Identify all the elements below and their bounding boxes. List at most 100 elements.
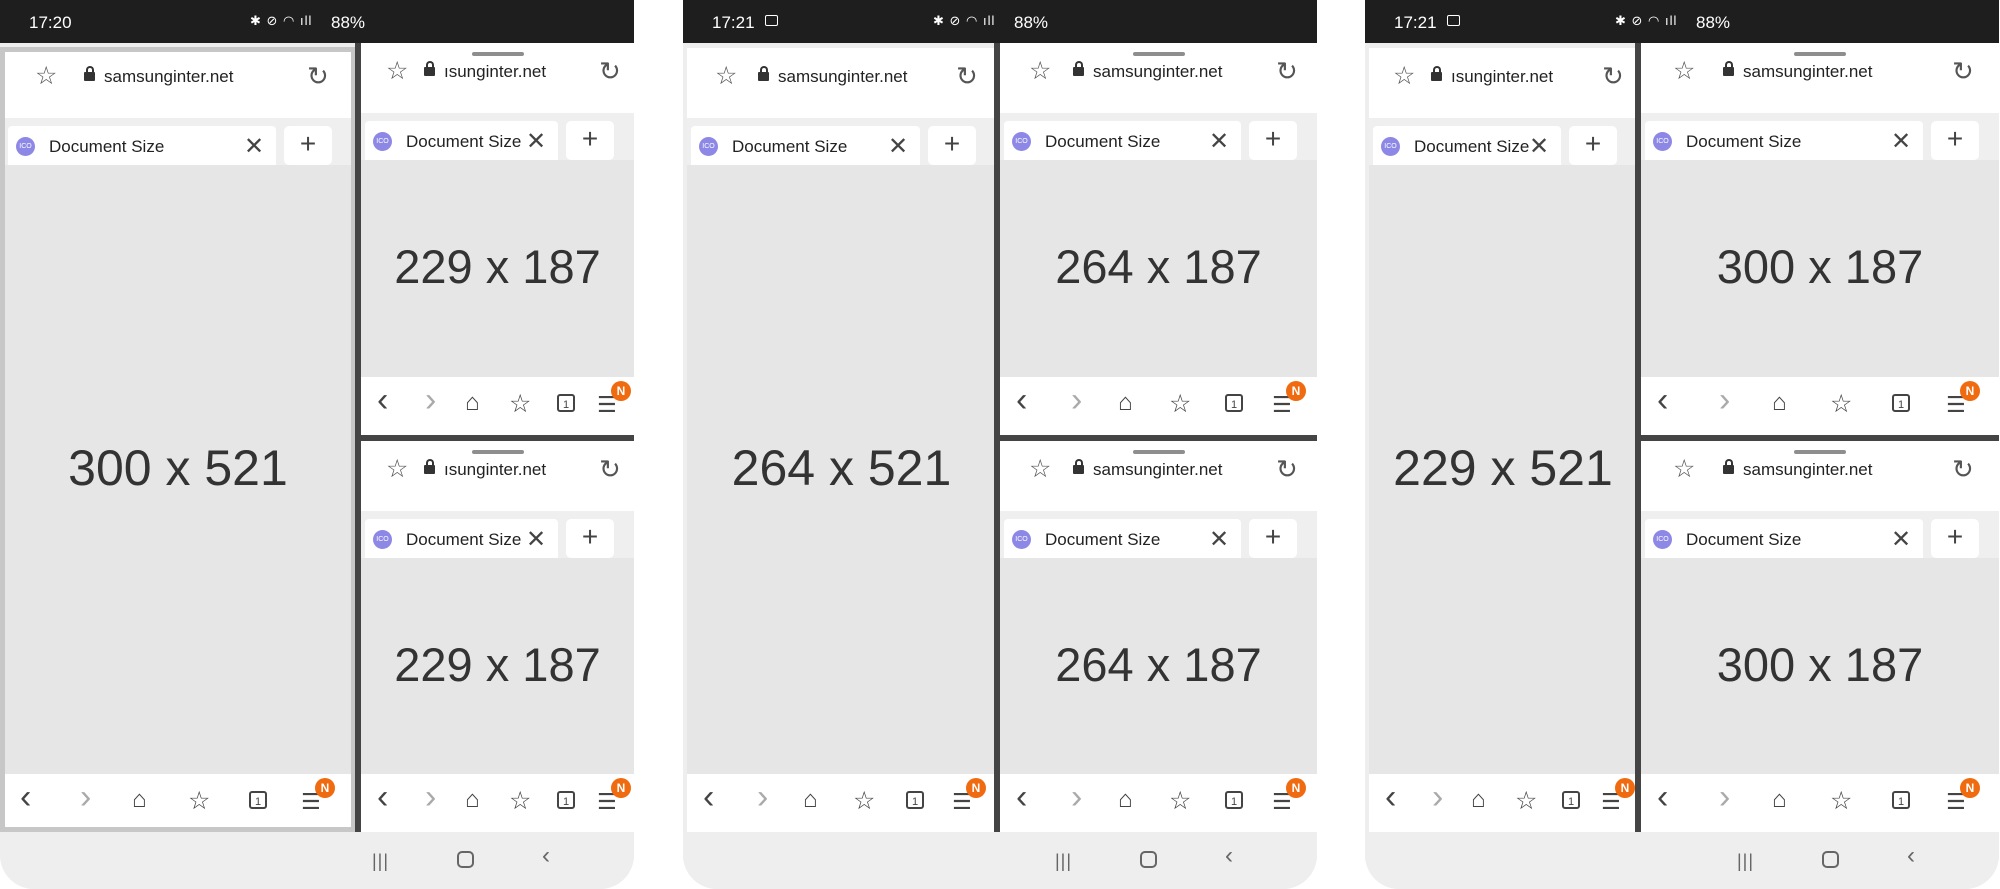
window-drag-handle[interactable] <box>1133 52 1185 56</box>
back-icon[interactable]: ‹ <box>377 778 388 817</box>
bookmark-star-icon[interactable]: ☆ <box>1029 56 1051 86</box>
new-tab-button[interactable]: + <box>1931 519 1979 558</box>
tab-document-size[interactable]: ICO Document Size ✕ <box>1004 121 1241 160</box>
forward-icon[interactable]: › <box>757 778 768 817</box>
browser-window-large[interactable]: ☆ samsunginter.net ↻ ICO Document Size ✕ +300 … <box>4 48 352 832</box>
reload-icon[interactable]: ↻ <box>1952 454 1974 485</box>
forward-icon[interactable]: › <box>425 778 436 817</box>
browser-window-top[interactable]: ☆ ısunginter.net ↻ ICO Document Size ✕ +229 x … <box>361 43 634 435</box>
tab-document-size[interactable]: ICO Document Size ✕ <box>691 126 920 165</box>
bookmarks-icon[interactable]: ☆ <box>1169 786 1191 816</box>
url-text[interactable]: samsunginter.net <box>1743 62 1965 82</box>
forward-icon[interactable]: › <box>1071 381 1082 420</box>
window-drag-handle[interactable] <box>1794 52 1846 56</box>
home-button[interactable] <box>457 851 474 868</box>
bookmark-star-icon[interactable]: ☆ <box>1393 61 1415 91</box>
tabs-icon[interactable]: 1 <box>906 791 924 809</box>
tabs-icon[interactable]: 1 <box>557 791 575 809</box>
window-drag-handle[interactable] <box>472 450 524 454</box>
tabs-icon[interactable]: 1 <box>249 791 267 809</box>
bookmark-star-icon[interactable]: ☆ <box>35 61 57 91</box>
bookmarks-icon[interactable]: ☆ <box>509 389 531 419</box>
url-text[interactable]: ısunginter.net <box>444 460 613 480</box>
forward-icon[interactable]: › <box>1071 778 1082 817</box>
recents-button[interactable]: ||| <box>1055 851 1072 872</box>
back-icon[interactable]: ‹ <box>1657 778 1668 817</box>
home-button[interactable] <box>1822 851 1839 868</box>
back-icon[interactable]: ‹ <box>20 778 31 817</box>
back-icon[interactable]: ‹ <box>377 381 388 420</box>
bookmarks-icon[interactable]: ☆ <box>1830 786 1852 816</box>
url-text[interactable]: ısunginter.net <box>1451 67 1617 87</box>
url-text[interactable]: samsunginter.net <box>1093 62 1290 82</box>
bookmarks-icon[interactable]: ☆ <box>509 786 531 816</box>
bookmarks-icon[interactable]: ☆ <box>853 786 875 816</box>
new-tab-button[interactable]: + <box>928 126 976 165</box>
browser-window-large[interactable]: ☆ samsunginter.net ↻ ICO Document Size ✕ +264 … <box>687 48 996 832</box>
forward-icon[interactable]: › <box>80 778 91 817</box>
bookmarks-icon[interactable]: ☆ <box>188 786 210 816</box>
back-icon[interactable]: ‹ <box>1657 381 1668 420</box>
back-icon[interactable]: ‹ <box>1385 778 1396 817</box>
url-text[interactable]: samsunginter.net <box>1743 460 1965 480</box>
bookmark-star-icon[interactable]: ☆ <box>1673 56 1695 86</box>
bookmarks-icon[interactable]: ☆ <box>1830 389 1852 419</box>
reload-icon[interactable]: ↻ <box>599 56 621 87</box>
back-icon[interactable]: ‹ <box>703 778 714 817</box>
home-button[interactable] <box>1140 851 1157 868</box>
back-button[interactable]: ‹ <box>542 842 550 870</box>
tabs-icon[interactable]: 1 <box>1225 394 1243 412</box>
tab-document-size[interactable]: ICO Document Size ✕ <box>1004 519 1241 558</box>
tab-document-size[interactable]: ICO Document Size ✕ <box>1373 126 1561 165</box>
home-icon[interactable]: ⌂ <box>465 786 480 814</box>
recents-button[interactable]: ||| <box>372 851 389 872</box>
browser-window-bottom[interactable]: ☆ samsunginter.net ↻ ICO Document Size ✕ +300 … <box>1641 441 1999 832</box>
close-tab-icon[interactable]: ✕ <box>526 525 546 554</box>
url-text[interactable]: samsunginter.net <box>1093 460 1290 480</box>
reload-icon[interactable]: ↻ <box>599 454 621 485</box>
close-tab-icon[interactable]: ✕ <box>1891 127 1911 156</box>
recents-button[interactable]: ||| <box>1737 851 1754 872</box>
reload-icon[interactable]: ↻ <box>1276 56 1298 87</box>
bookmark-star-icon[interactable]: ☆ <box>1673 454 1695 484</box>
window-drag-handle[interactable] <box>1133 450 1185 454</box>
bookmark-star-icon[interactable]: ☆ <box>1029 454 1051 484</box>
url-text[interactable]: ısunginter.net <box>444 62 613 82</box>
browser-window-top[interactable]: ☆ samsunginter.net ↻ ICO Document Size ✕ +264 … <box>1000 43 1317 435</box>
bookmarks-icon[interactable]: ☆ <box>1169 389 1191 419</box>
new-tab-button[interactable]: + <box>1931 121 1979 160</box>
tabs-icon[interactable]: 1 <box>1562 791 1580 809</box>
window-drag-handle[interactable] <box>1794 450 1846 454</box>
browser-window-top[interactable]: ☆ samsunginter.net ↻ ICO Document Size ✕ +300 … <box>1641 43 1999 435</box>
back-button[interactable]: ‹ <box>1907 842 1915 870</box>
home-icon[interactable]: ⌂ <box>1772 389 1787 417</box>
reload-icon[interactable]: ↻ <box>1602 61 1624 92</box>
home-icon[interactable]: ⌂ <box>1118 389 1133 417</box>
tabs-icon[interactable]: 1 <box>1892 394 1910 412</box>
home-icon[interactable]: ⌂ <box>1471 786 1486 814</box>
bookmarks-icon[interactable]: ☆ <box>1515 786 1537 816</box>
reload-icon[interactable]: ↻ <box>307 61 329 92</box>
close-tab-icon[interactable]: ✕ <box>526 127 546 156</box>
close-tab-icon[interactable]: ✕ <box>1209 525 1229 554</box>
tab-document-size[interactable]: ICO Document Size ✕ <box>8 126 276 165</box>
home-icon[interactable]: ⌂ <box>465 389 480 417</box>
browser-window-bottom[interactable]: ☆ ısunginter.net ↻ ICO Document Size ✕ +229 x … <box>361 441 634 832</box>
back-icon[interactable]: ‹ <box>1016 381 1027 420</box>
reload-icon[interactable]: ↻ <box>1276 454 1298 485</box>
browser-window-large[interactable]: ☆ ısunginter.net ↻ ICO Document Size ✕ +229 x … <box>1369 48 1637 832</box>
new-tab-button[interactable]: + <box>1569 126 1617 165</box>
bookmark-star-icon[interactable]: ☆ <box>386 454 408 484</box>
new-tab-button[interactable]: + <box>566 519 614 558</box>
close-tab-icon[interactable]: ✕ <box>1529 132 1549 161</box>
new-tab-button[interactable]: + <box>1249 519 1297 558</box>
forward-icon[interactable]: › <box>1719 381 1730 420</box>
forward-icon[interactable]: › <box>425 381 436 420</box>
tab-document-size[interactable]: ICO Document Size ✕ <box>365 121 558 160</box>
home-icon[interactable]: ⌂ <box>803 786 818 814</box>
home-icon[interactable]: ⌂ <box>132 786 147 814</box>
tabs-icon[interactable]: 1 <box>1225 791 1243 809</box>
tab-document-size[interactable]: ICO Document Size ✕ <box>1645 519 1923 558</box>
reload-icon[interactable]: ↻ <box>956 61 978 92</box>
home-icon[interactable]: ⌂ <box>1772 786 1787 814</box>
